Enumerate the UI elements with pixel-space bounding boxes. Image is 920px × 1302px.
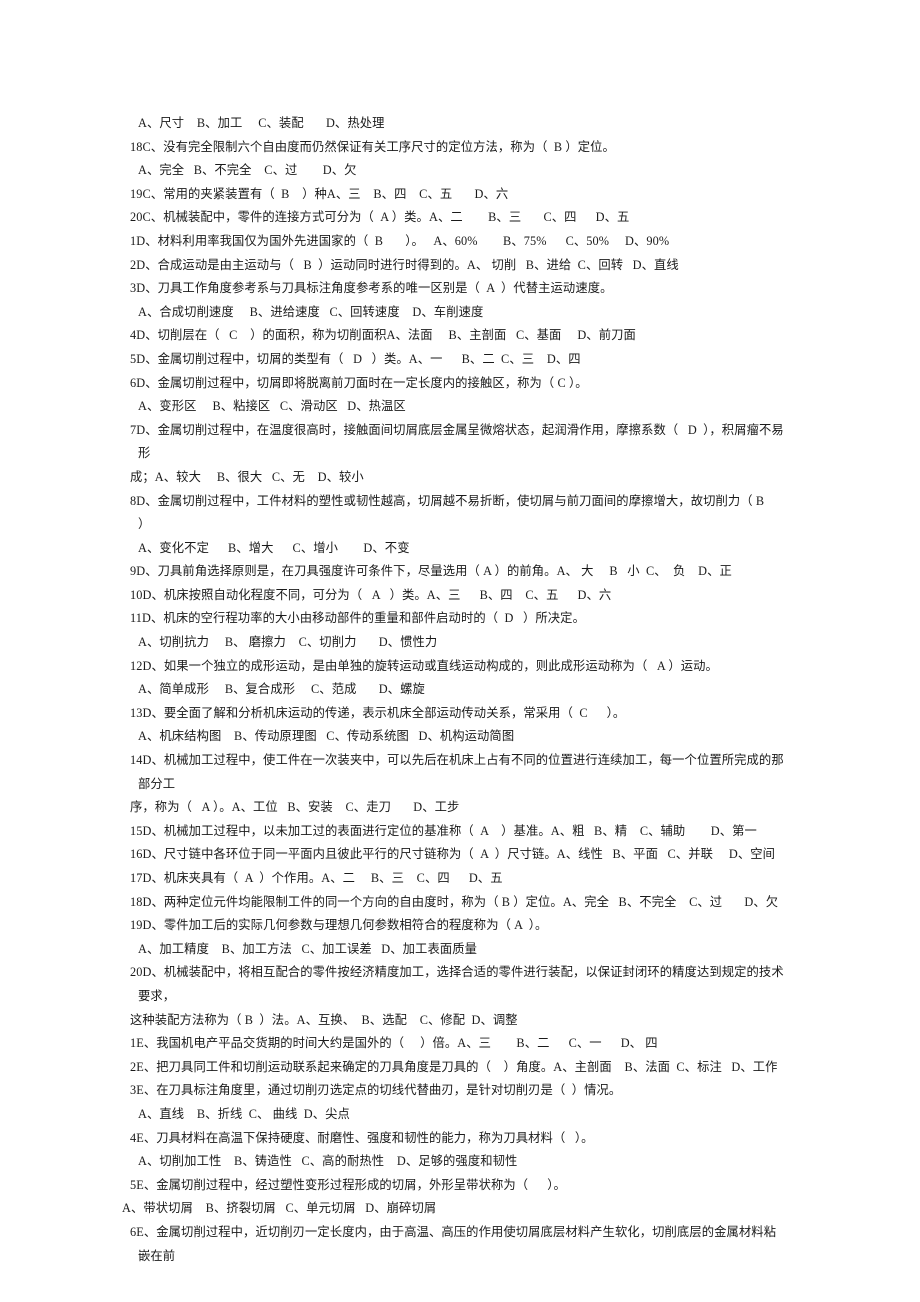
- question-line: 12D、如果一个独立的成形运动，是由单独的旋转运动或直线运动构成的，则此成形运动…: [130, 655, 788, 679]
- line-text: 11D、机床的空行程功率的大小由移动部件的重量和部件启动时的（ D ）所决定。: [130, 611, 585, 626]
- line-text: 3D、刀具工作角度参考系与刀具标注角度参考系的唯一区别是（ A ）代替主运动速度…: [130, 281, 613, 296]
- question-line: 2D、合成运动是由主运动与（ B ）运动同时进行时得到的。A、 切削 B、进给 …: [130, 254, 788, 278]
- question-line: A、直线 B、折线 C、 曲线 D、尖点: [138, 1103, 788, 1127]
- line-text: A、变化不定 B、增大 C、增小 D、不变: [138, 540, 410, 555]
- question-line: A、变化不定 B、增大 C、增小 D、不变: [138, 537, 788, 561]
- question-line: 18D、两种定位元件均能限制工件的同一个方向的自由度时，称为（ B ）定位。A、…: [130, 891, 788, 915]
- question-line: 19D、零件加工后的实际几何参数与理想几何参数相符合的程度称为（ A ）。: [130, 914, 788, 938]
- line-text: 4E、刀具材料在高温下保持硬度、耐磨性、强度和韧性的能力，称为刀具材料（ ）。: [130, 1130, 594, 1145]
- question-line: 1D、材料利用率我国仅为国外先进国家的（ B ）。 A、60% B、75% C、…: [130, 230, 788, 254]
- question-line: 2E、把刀具同工件和切削运动联系起来确定的刀具角度是刀具的（ ）角度。A、主剖面…: [130, 1056, 788, 1080]
- question-line: 3E、在刀具标注角度里，通过切削刃选定点的切线代替曲刃，是针对切削刃是（ ）情况…: [130, 1079, 788, 1103]
- question-line: 20C、机械装配中，零件的连接方式可分为（ A ）类。A、二 B、三 C、四 D…: [130, 206, 788, 230]
- line-text: 17D、机床夹具有（ A ）个作用。A、二 B、三 C、四 D、五: [130, 871, 503, 885]
- line-text: 5E、金属切削过程中，经过塑性变形过程形成的切屑，外形呈带状称为（ ）。: [130, 1177, 566, 1192]
- question-line: 9D、刀具前角选择原则是，在刀具强度许可条件下，尽量选用（ A ）的前角。A、 …: [130, 560, 788, 584]
- line-text: 14D、机械加工过程中，使工件在一次装夹中，可以先后在机床上占有不同的位置进行连…: [130, 753, 784, 791]
- question-line: 4E、刀具材料在高温下保持硬度、耐磨性、强度和韧性的能力，称为刀具材料（ ）。: [130, 1127, 788, 1151]
- question-line: A、尺寸 B、加工 C、装配 D、热处理: [138, 112, 788, 136]
- question-line: A、合成切削速度 B、进给速度 C、回转速度 D、车削速度: [138, 301, 788, 325]
- question-line: A、加工精度 B、加工方法 C、加工误差 D、加工表面质量: [138, 938, 788, 962]
- line-text: 5D、金属切削过程中，切屑的类型有（ D ）类。A、一 B、二 C、三 D、四: [130, 351, 581, 366]
- line-text: 18D、两种定位元件均能限制工件的同一个方向的自由度时，称为（ B ）定位。A、…: [130, 894, 779, 909]
- line-text: A、加工精度 B、加工方法 C、加工误差 D、加工表面质量: [138, 941, 478, 956]
- line-text: 16D、尺寸链中各环位于同一平面内且彼此平行的尺寸链称为（ A ）尺寸链。A、线…: [130, 847, 776, 862]
- question-line: 这种装配方法称为（ B ）法。A、互换、 B、选配 C、修配 D、调整: [130, 1009, 788, 1033]
- line-text: 19C、常用的夹紧装置有（ B ）种A、三 B、四 C、五 D、六: [130, 186, 509, 201]
- line-text: 18C、没有完全限制六个自由度而仍然保证有关工序尺寸的定位方法，称为（ B ）定…: [130, 139, 615, 154]
- question-line: A、变形区 B、粘接区 C、滑动区 D、热温区: [138, 395, 788, 419]
- line-text: A、合成切削速度 B、进给速度 C、回转速度 D、车削速度: [138, 304, 484, 319]
- question-line: 6D、金属切削过程中，切屑即将脱离前刀面时在一定长度内的接触区，称为（ C ）。: [130, 372, 788, 396]
- question-line: 6E、金属切削过程中，近切削刃一定长度内，由于高温、高压的作用使切屑底层材料产生…: [130, 1221, 788, 1268]
- document-page: A、尺寸 B、加工 C、装配 D、热处理 18C、没有完全限制六个自由度而仍然保…: [0, 0, 920, 1302]
- question-line: 16D、尺寸链中各环位于同一平面内且彼此平行的尺寸链称为（ A ）尺寸链。A、线…: [130, 843, 788, 867]
- line-text: 20C、机械装配中，零件的连接方式可分为（ A ）类。A、二 B、三 C、四 D…: [130, 210, 630, 225]
- line-text: 2D、合成运动是由主运动与（ B ）运动同时进行时得到的。A、 切削 B、进给 …: [130, 257, 679, 272]
- line-text: 6E、金属切削过程中，近切削刃一定长度内，由于高温、高压的作用使切屑底层材料产生…: [130, 1224, 777, 1263]
- exam-question-list: A、尺寸 B、加工 C、装配 D、热处理 18C、没有完全限制六个自由度而仍然保…: [122, 112, 788, 1268]
- line-text: 8D、金属切削过程中，工件材料的塑性或韧性越高，切屑越不易折断，使切屑与前刀面间…: [130, 493, 784, 532]
- question-line: 15D、机械加工过程中，以未加工过的表面进行定位的基准称（ A ）基准。A、粗 …: [130, 820, 788, 844]
- question-line: 3D、刀具工作角度参考系与刀具标注角度参考系的唯一区别是（ A ）代替主运动速度…: [130, 277, 788, 301]
- line-text: 成；A、较大 B、很大 C、无 D、较小: [130, 469, 364, 484]
- question-line: A、切削加工性 B、铸造性 C、高的耐热性 D、足够的强度和韧性: [138, 1150, 788, 1174]
- question-line: 11D、机床的空行程功率的大小由移动部件的重量和部件启动时的（ D ）所决定。: [130, 607, 788, 631]
- line-text: A、尺寸 B、加工 C、装配 D、热处理: [138, 116, 385, 130]
- question-line: 5D、金属切削过程中，切屑的类型有（ D ）类。A、一 B、二 C、三 D、四: [130, 348, 788, 372]
- line-text: A、简单成形 B、复合成形 C、范成 D、螺旋: [138, 682, 425, 697]
- line-text: 4D、切削层在（ C ）的面积，称为切削面积A、法面 B、主剖面 C、基面 D、…: [130, 328, 636, 343]
- line-text: A、切削抗力 B、 磨擦力 C、切削力 D、惯性力: [138, 635, 438, 650]
- question-line: A、切削抗力 B、 磨擦力 C、切削力 D、惯性力: [138, 631, 788, 655]
- question-line: 10D、机床按照自动化程度不同，可分为（ A ）类。A、三 B、四 C、五 D、…: [130, 584, 788, 608]
- line-text: 这种装配方法称为（ B ）法。A、互换、 B、选配 C、修配 D、调整: [130, 1012, 518, 1027]
- line-text: 3E、在刀具标注角度里，通过切削刃选定点的切线代替曲刃，是针对切削刃是（ ）情况…: [130, 1083, 622, 1098]
- line-text: 9D、刀具前角选择原则是，在刀具强度许可条件下，尽量选用（ A ）的前角。A、 …: [130, 564, 732, 579]
- question-line: 17D、机床夹具有（ A ）个作用。A、二 B、三 C、四 D、五: [130, 867, 788, 891]
- question-line: 4D、切削层在（ C ）的面积，称为切削面积A、法面 B、主剖面 C、基面 D、…: [130, 324, 788, 348]
- question-line: 成；A、较大 B、很大 C、无 D、较小: [130, 466, 788, 490]
- line-text: 19D、零件加工后的实际几何参数与理想几何参数相符合的程度称为（ A ）。: [130, 918, 548, 933]
- question-line: 1E、我国机电产平品交货期的时间大约是国外的（ ）倍。A、三 B、二 C、一 D…: [130, 1032, 788, 1056]
- line-text: 2E、把刀具同工件和切削运动联系起来确定的刀具角度是刀具的（ ）角度。A、主剖面…: [130, 1059, 778, 1074]
- question-line: A、完全 B、不完全 C、过 D、欠: [138, 159, 788, 183]
- line-text: 7D、金属切削过程中，在温度很高时，接触面间切屑底层金属呈微熔状态，起润滑作用，…: [130, 422, 784, 461]
- question-line: A、带状切屑 B、挤裂切屑 C、单元切屑 D、崩碎切屑: [122, 1197, 788, 1221]
- question-line: 8D、金属切削过程中，工件材料的塑性或韧性越高，切屑越不易折断，使切屑与前刀面间…: [130, 490, 788, 537]
- line-text: A、机床结构图 B、传动原理图 C、传动系统图 D、机构运动简图: [138, 729, 515, 744]
- line-text: 1E、我国机电产平品交货期的时间大约是国外的（ ）倍。A、三 B、二 C、一 D…: [130, 1036, 658, 1051]
- question-line: 14D、机械加工过程中，使工件在一次装夹中，可以先后在机床上占有不同的位置进行连…: [130, 749, 788, 796]
- line-text: 1D、材料利用率我国仅为国外先进国家的（ B ）。 A、60% B、75% C、…: [130, 233, 670, 248]
- question-line: A、机床结构图 B、传动原理图 C、传动系统图 D、机构运动简图: [138, 725, 788, 749]
- line-text: 6D、金属切削过程中，切屑即将脱离前刀面时在一定长度内的接触区，称为（ C ）。: [130, 375, 588, 390]
- question-line: 7D、金属切削过程中，在温度很高时，接触面间切屑底层金属呈微熔状态，起润滑作用，…: [130, 419, 788, 466]
- line-text: A、变形区 B、粘接区 C、滑动区 D、热温区: [138, 399, 406, 414]
- question-line: A、简单成形 B、复合成形 C、范成 D、螺旋: [138, 678, 788, 702]
- question-line: 20D、机械装配中，将相互配合的零件按经济精度加工，选择合适的零件进行装配，以保…: [130, 961, 788, 1008]
- line-text: 15D、机械加工过程中，以未加工过的表面进行定位的基准称（ A ）基准。A、粗 …: [130, 823, 757, 838]
- line-text: 20D、机械装配中，将相互配合的零件按经济精度加工，选择合适的零件进行装配，以保…: [130, 965, 784, 1003]
- question-line: 18C、没有完全限制六个自由度而仍然保证有关工序尺寸的定位方法，称为（ B ）定…: [130, 136, 788, 160]
- line-text: A、带状切屑 B、挤裂切屑 C、单元切屑 D、崩碎切屑: [122, 1201, 437, 1216]
- line-text: A、切削加工性 B、铸造性 C、高的耐热性 D、足够的强度和韧性: [138, 1154, 518, 1169]
- question-line: 13D、要全面了解和分析机床运动的传递，表示机床全部运动传动关系，常采用（ C …: [130, 702, 788, 726]
- question-line: 19C、常用的夹紧装置有（ B ）种A、三 B、四 C、五 D、六: [130, 183, 788, 207]
- line-text: 序，称为（ A ）。A、工位 B、安装 C、走刀 D、工步: [130, 800, 460, 815]
- question-line: 5E、金属切削过程中，经过塑性变形过程形成的切屑，外形呈带状称为（ ）。: [130, 1174, 788, 1198]
- line-text: 13D、要全面了解和分析机床运动的传递，表示机床全部运动传动关系，常采用（ C …: [130, 705, 626, 720]
- line-text: 10D、机床按照自动化程度不同，可分为（ A ）类。A、三 B、四 C、五 D、…: [130, 587, 612, 602]
- question-line: 序，称为（ A ）。A、工位 B、安装 C、走刀 D、工步: [130, 796, 788, 820]
- line-text: 12D、如果一个独立的成形运动，是由单独的旋转运动或直线运动构成的，则此成形运动…: [130, 658, 718, 673]
- line-text: A、直线 B、折线 C、 曲线 D、尖点: [138, 1106, 350, 1121]
- line-text: A、完全 B、不完全 C、过 D、欠: [138, 163, 357, 178]
